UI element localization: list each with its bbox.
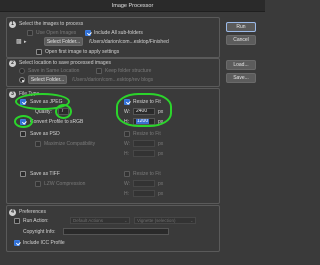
action-name-dropdown: Vignette (selection) <box>134 217 196 224</box>
select-destination-folder-button[interactable]: Select Folder... <box>28 75 67 84</box>
section4-title: Preferences <box>19 209 46 215</box>
resize-fit-psd-checkbox <box>124 131 130 137</box>
include-subfolders-label: Include All sub-folders <box>94 30 143 36</box>
save-settings-button[interactable]: Save... <box>226 73 256 83</box>
height-label-psd: H: <box>124 151 129 157</box>
image-folder-icon: ▩ <box>16 39 22 45</box>
select-source-folder-button[interactable]: Select Folder... <box>44 37 83 46</box>
save-psd-checkbox[interactable] <box>20 131 26 137</box>
save-tiff-checkbox[interactable] <box>20 171 26 177</box>
width-input-tiff <box>133 180 155 187</box>
include-icc-label: Include ICC Profile <box>23 240 65 246</box>
width-input-psd <box>133 140 155 147</box>
open-first-image-label: Open first image to apply settings <box>45 49 120 55</box>
include-icc-checkbox[interactable] <box>14 240 20 246</box>
include-subfolders-checkbox[interactable] <box>85 30 91 36</box>
keep-folder-structure-checkbox <box>96 68 102 74</box>
window-title: Image Processor <box>0 0 265 12</box>
source-folder-path: /Users/darion/com...esktop/Finished <box>89 39 169 45</box>
section1-title: Select the images to process <box>19 21 84 27</box>
step-number-3: 3 <box>9 91 16 98</box>
cancel-button[interactable]: Cancel <box>226 35 256 45</box>
run-button[interactable]: Run <box>226 22 256 32</box>
convert-srgb-label: Convert Profile to sRGB <box>30 119 84 125</box>
destination-folder-path: /Users/darion/com...esktop/rev blogs <box>72 77 154 83</box>
save-same-location-radio[interactable] <box>19 68 25 74</box>
copyright-input[interactable] <box>63 228 169 235</box>
width-unit-psd: px <box>158 141 164 147</box>
lzw-label: LZW Compression <box>44 181 86 187</box>
save-tiff-label: Save as TIFF <box>30 171 60 177</box>
action-set-dropdown: Default Actions <box>70 217 130 224</box>
height-input-tiff <box>133 190 155 197</box>
height-label-tiff: H: <box>124 191 129 197</box>
run-action-checkbox[interactable] <box>14 218 20 224</box>
resize-fit-tiff-label: Resize to Fit <box>133 171 161 177</box>
maximize-compat-label: Maximize Compatibility <box>44 141 96 147</box>
height-unit-psd: px <box>158 151 164 157</box>
width-label-psd: W: <box>124 141 131 147</box>
resize-fit-tiff-checkbox <box>124 171 130 177</box>
resize-fit-psd-label: Resize to Fit <box>133 131 161 137</box>
keep-folder-structure-label: Keep folder structure <box>105 68 152 74</box>
step-number-2: 2 <box>9 60 16 67</box>
load-button[interactable]: Load... <box>226 60 256 70</box>
height-unit-tiff: px <box>158 191 164 197</box>
section2-title: Select location to save processed images <box>19 60 111 66</box>
lzw-checkbox <box>35 181 41 187</box>
annotation-circle-srgb <box>14 115 33 128</box>
maximize-compat-checkbox <box>35 141 41 147</box>
annotation-circle-resize <box>116 93 172 127</box>
select-folder-radio[interactable] <box>19 77 25 83</box>
use-open-images-checkbox <box>27 30 33 36</box>
height-input-psd <box>133 150 155 157</box>
step-number-1: 1 <box>9 21 16 28</box>
save-psd-label: Save as PSD <box>30 131 60 137</box>
copyright-label: Copyright Info: <box>23 229 56 235</box>
width-unit-tiff: px <box>158 181 164 187</box>
use-open-images-label: Use Open Images <box>36 30 77 36</box>
width-label-tiff: W: <box>124 181 131 187</box>
open-first-image-checkbox[interactable] <box>36 49 42 55</box>
chevron-right-icon: ▸ <box>24 39 27 45</box>
annotation-circle-quality <box>55 104 72 119</box>
run-action-label: Run Action: <box>23 218 49 224</box>
save-same-location-label: Save in Same Location <box>28 68 80 74</box>
step-number-4: 4 <box>9 209 16 216</box>
